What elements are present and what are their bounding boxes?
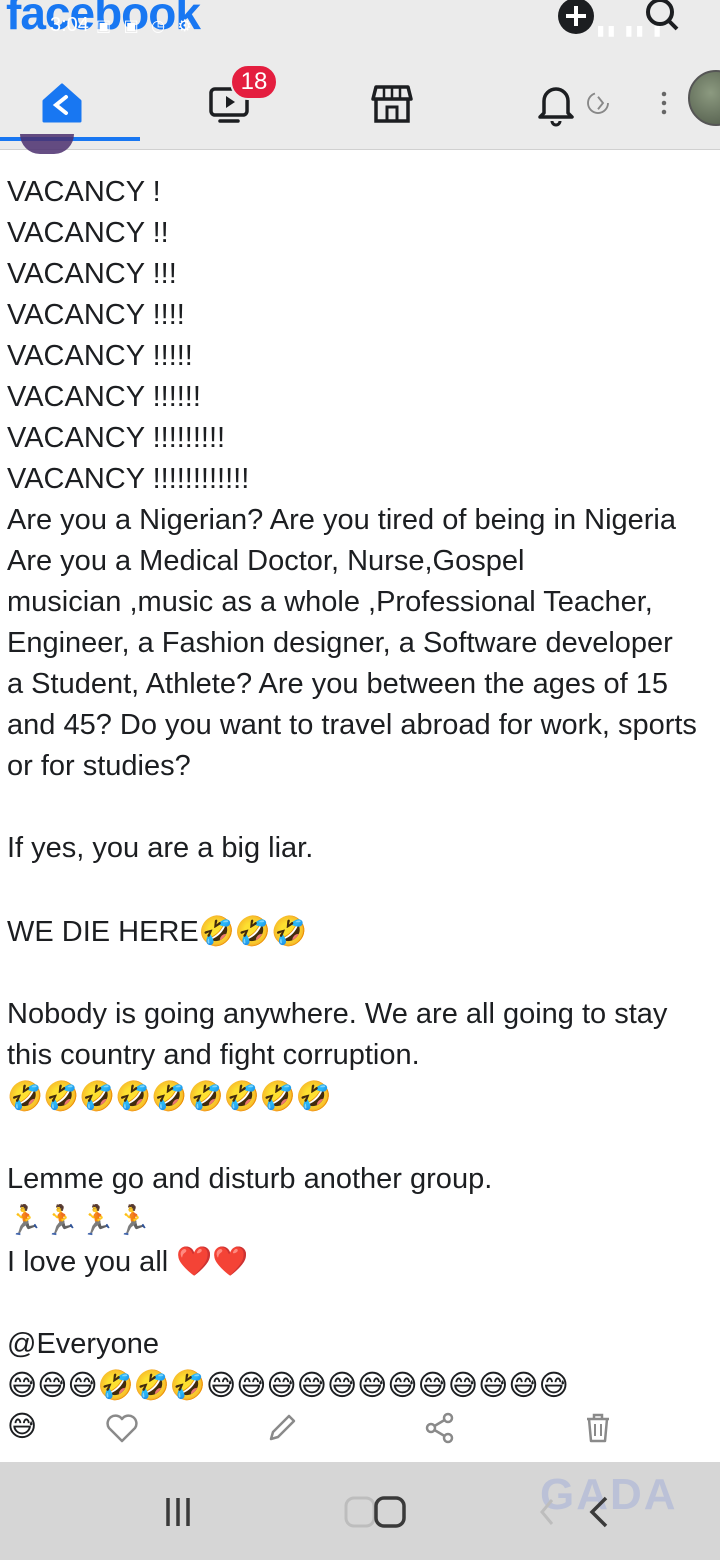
laughing-emoji-row: 🤣🤣🤣🤣🤣🤣🤣🤣🤣 (7, 1079, 332, 1113)
tab-marketplace[interactable] (360, 58, 424, 148)
post-author-avatar[interactable] (20, 134, 74, 154)
post-line: VACANCY !! (7, 217, 169, 249)
share-button[interactable] (418, 1406, 462, 1450)
home-square-icon (344, 1496, 406, 1528)
heart-outline-icon (106, 1414, 138, 1443)
home-icon (42, 83, 82, 123)
share-icon (425, 1412, 454, 1444)
heart-emojis: ❤️❤️ (176, 1244, 249, 1278)
status-time: 3:04 (50, 14, 89, 36)
die-here-text: WE DIE HERE (7, 916, 199, 948)
nobody-line: this country and fight corruption. (7, 1039, 420, 1071)
lemme-line: Lemme go and disturb another group. (7, 1163, 493, 1195)
runner-emojis: 🏃🏃🏃🏃 (7, 1203, 152, 1237)
post-line: musician ,music as a whole ,Professional… (7, 586, 653, 618)
liar-line: If yes, you are a big liar. (7, 832, 314, 864)
signal-icons: ▮▮ ▮▮ ▮ (596, 22, 664, 38)
create-post-button[interactable] (554, 0, 598, 38)
post-line: Are you a Nigerian? Are you tired of bei… (7, 504, 676, 536)
post-line: VACANCY !!!!! (7, 340, 193, 372)
system-navigation-bar: GADA (0, 1462, 720, 1560)
back-chevron-icon (540, 1496, 608, 1528)
delete-button[interactable] (576, 1406, 620, 1450)
more-vertical-icon (661, 91, 667, 115)
post-line: VACANCY !!! (7, 258, 177, 290)
post-actions (0, 1398, 720, 1458)
tab-menu[interactable] (644, 58, 684, 148)
watch-badge: 18 (230, 64, 278, 100)
rotate-icon (587, 92, 609, 114)
love-line: I love you all ❤️❤️ (7, 1241, 720, 1282)
plus-icon (558, 0, 594, 34)
recent-apps-button[interactable] (158, 1490, 198, 1534)
app-bar: facebook 3:04 ▣ ▣ ◷ ⚙ ▮▮ ▮▮ ▮ (0, 0, 720, 58)
bell-icon (538, 87, 574, 127)
recent-apps-icon (166, 1498, 190, 1526)
post-line: VACANCY ! (7, 176, 161, 208)
back-button[interactable] (530, 1490, 620, 1534)
status-icons: ▣ ▣ ◷ ⚙ (96, 18, 196, 35)
post-line: Are you a Medical Doctor, Nurse,Gospel (7, 545, 525, 577)
post-line: or for studies? (7, 750, 191, 782)
die-here-line: WE DIE HERE🤣🤣🤣 (7, 911, 720, 952)
trash-icon (587, 1413, 609, 1443)
shop-icon (371, 85, 413, 123)
love-text: I love you all (7, 1246, 177, 1278)
post-line: VACANCY !!!!!!!!!!!! (7, 463, 250, 495)
edit-button[interactable] (260, 1406, 304, 1450)
post-line: a Student, Athlete? Are you between the … (7, 668, 669, 700)
like-button[interactable] (100, 1406, 144, 1450)
laughing-emojis: 🤣🤣🤣 (198, 914, 308, 948)
post-line: VACANCY !!!! (7, 299, 185, 331)
pencil-icon (269, 1414, 296, 1441)
mention-line[interactable]: @Everyone (7, 1324, 720, 1365)
nobody-line: Nobody is going anywhere. We are all goi… (7, 998, 668, 1030)
home-button[interactable] (340, 1490, 412, 1534)
post-line: VACANCY !!!!!! (7, 381, 201, 413)
rotate-indicator (578, 58, 618, 148)
post-line: and 45? Do you want to travel abroad for… (7, 709, 697, 741)
post-text: VACANCY ! VACANCY !! VACANCY !!! VACANCY… (7, 172, 720, 1447)
post-line: Engineer, a Fashion designer, a Software… (7, 627, 673, 659)
post-line: VACANCY !!!!!!!!! (7, 422, 226, 454)
